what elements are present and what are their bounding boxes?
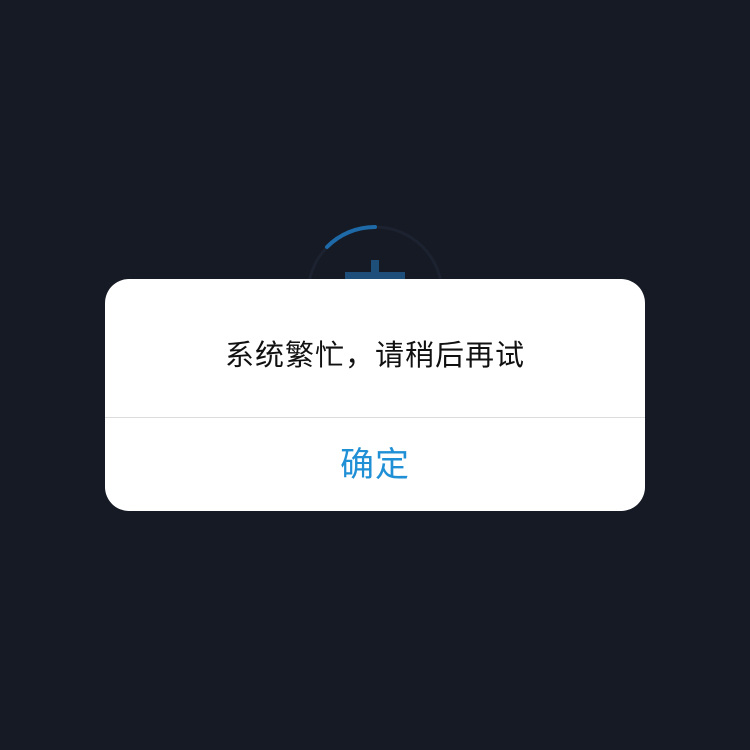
spinner-arc: [325, 224, 377, 249]
dialog-message: 系统繁忙，请稍后再试: [224, 338, 525, 372]
confirm-button[interactable]: 确定: [105, 418, 645, 511]
alert-dialog: 系统繁忙，请稍后再试 确定: [105, 279, 645, 511]
